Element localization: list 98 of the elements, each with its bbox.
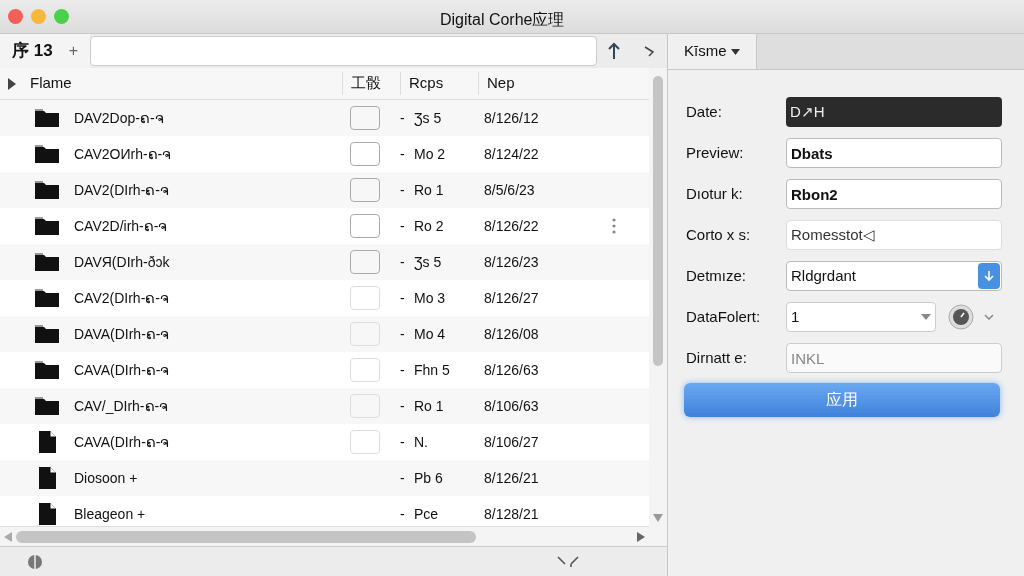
dropdown-field[interactable]: 1 [786,302,936,332]
table-cell-text: - [400,360,406,380]
table-cell-text: 8/126/22 [484,216,540,236]
horizontal-scrollbar[interactable] [0,526,649,546]
folder-icon [34,324,60,344]
file-name[interactable]: DAV2(DIrh-ຄ-ຈ [74,179,350,201]
folder-icon [34,216,60,236]
folder-icon [34,288,60,308]
close-button[interactable] [8,9,23,24]
table-cell-text: - [400,324,406,344]
document-icon [37,430,57,454]
table-cell-text: Fhn 5 [414,360,451,380]
table-cell-text: Ro 1 [414,396,445,416]
file-name[interactable]: CAV/_DIrh-ຄ-ຈ [74,395,350,417]
table-cell-text: - [400,108,406,128]
file-name[interactable]: CAV2D/irh-ຄ-ຈ [74,215,350,237]
scroll-down-icon[interactable] [653,514,663,522]
table-cell-text: N. [414,432,429,452]
table-cell-text: Ro 1 [414,180,445,200]
text-field[interactable]: Dbats [786,138,1002,168]
field-label: Preview: [686,142,745,163]
field-label: Detmıze: [686,265,747,286]
folder-icon [34,180,60,200]
table-cell-text: 8/128/21 [484,504,540,524]
window-title: Digital Corhe应理 [440,10,565,30]
folder-icon [34,144,60,164]
field-label: DataFolert: [686,306,762,327]
field-label: Dirnatt e: [686,347,748,368]
table-cell-text: - [400,432,406,452]
table-cell-text: Ʒs 5 [414,108,443,128]
table-cell-text: 8/126/23 [484,252,540,272]
file-name[interactable]: Bleageon + [74,503,350,525]
folder-icon [34,396,60,416]
table-cell-text: 8/126/27 [484,288,540,308]
file-name[interactable]: DAV2Dоp-ຄ-ຈ [74,107,350,129]
text-field[interactable]: Rbon2 [786,179,1002,209]
file-name[interactable]: DAVA(DIrh-ຄ-ຈ [74,323,350,345]
field-label: Dıotur k: [686,183,744,204]
table-cell-text: 8/5/6/23 [484,180,536,200]
document-icon [37,466,57,490]
table-cell-text: - [400,144,406,164]
field-label: Date: [686,101,723,122]
text-field[interactable]: D↗H [786,97,1002,127]
table-cell-text: 8/126/08 [484,324,540,344]
tab[interactable]: 序 13 + [0,34,90,68]
caret-icon [921,314,931,320]
table-cell-text: - [400,288,406,308]
folder-icon [34,360,60,380]
split-circle-icon[interactable] [28,554,42,569]
caret-icon [730,48,740,55]
scroll-right-icon[interactable] [637,531,645,542]
table-cell-text: - [400,252,406,272]
file-name[interactable]: CAV2OИrh-ຄ-ຈ [74,143,350,165]
column-header[interactable]: Rcps [400,72,478,95]
scroll-left-icon[interactable] [4,531,12,542]
vertical-scrollbar[interactable] [649,68,667,546]
field-label: Corto x s: [686,224,752,245]
table-cell-text: 8/124/22 [484,144,540,164]
folder-icon [34,252,60,272]
table-cell-text: 8/126/12 [484,108,540,128]
collapse-icon[interactable] [557,555,579,568]
table-cell-text: - [400,216,406,236]
select-field[interactable]: Rldgrdant [786,261,1002,291]
zoom-button[interactable] [54,9,69,24]
down-arrow-icon [984,270,994,282]
chevron-icon[interactable] [643,45,655,57]
table-cell-text: - [400,468,406,488]
table-cell-text: 8/106/63 [484,396,540,416]
table-cell-text: Mo 3 [414,288,447,308]
text-field[interactable]: Romesstot◁ [786,220,1002,250]
panel-tab[interactable]: Kīsme [668,34,757,69]
path-field[interactable] [90,36,597,66]
folder-icon [34,108,60,128]
column-header[interactable]: Flame [30,72,342,95]
file-name[interactable]: Diosoon + [74,467,350,489]
table-cell-text: Mo 4 [414,324,447,344]
text-field[interactable]: INKL [786,343,1002,373]
column-header[interactable]: 工骰 [342,72,400,95]
table-cell-text: 8/126/21 [484,468,540,488]
file-name[interactable]: DAVЯ(DIrh-ðɔk [74,251,350,273]
table-cell-text: Mo 2 [414,144,447,164]
disclosure-icon[interactable] [8,77,16,90]
table-cell-text: - [400,504,406,524]
table-cell-text: 8/106/27 [484,432,540,452]
more-icon[interactable] [612,218,616,234]
chevron-down-icon[interactable] [984,314,994,320]
table-cell-text: Ro 2 [414,216,445,236]
file-name[interactable]: CAVA(DIrh-ຄ-ຈ [74,359,350,381]
file-name[interactable]: CAVA(DIrh-ຄ-ຈ [74,431,350,453]
table-cell-text: Pb 6 [414,468,444,488]
file-name[interactable]: CAV2(DIrh-ຄ-ຈ [74,287,350,309]
table-cell-text: 8/126/63 [484,360,540,380]
table-cell-text: Ʒs 5 [414,252,443,272]
table-cell-text: Pce [414,504,440,524]
table-cell-text: - [400,396,406,416]
dial-icon[interactable] [948,304,974,330]
table-cell-text: - [400,180,406,200]
up-arrow-icon[interactable] [607,42,621,60]
